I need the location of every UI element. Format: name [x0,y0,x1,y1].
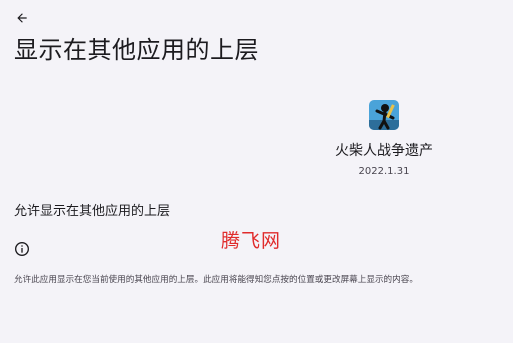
page-title: 显示在其他应用的上层 [14,36,259,64]
app-name: 火柴人战争遗产 [335,143,433,159]
info-description: 允许此应用显示在您当前使用的其他应用的上层。此应用将能得知您点按的位置或更改屏幕… [14,275,418,285]
allow-overlay-setting[interactable]: 允许显示在其他应用的上层 [14,199,494,219]
allow-overlay-label: 允许显示在其他应用的上层 [14,203,171,219]
app-version: 2022.1.31 [358,166,410,177]
back-button[interactable] [12,8,32,28]
arrow-back-icon [17,13,27,23]
app-info: 火柴人战争遗产 2022.1.31 [320,100,448,177]
info-icon [15,242,29,256]
watermark-text: 腾飞网 [221,230,282,252]
stickman-app-icon [369,100,399,130]
